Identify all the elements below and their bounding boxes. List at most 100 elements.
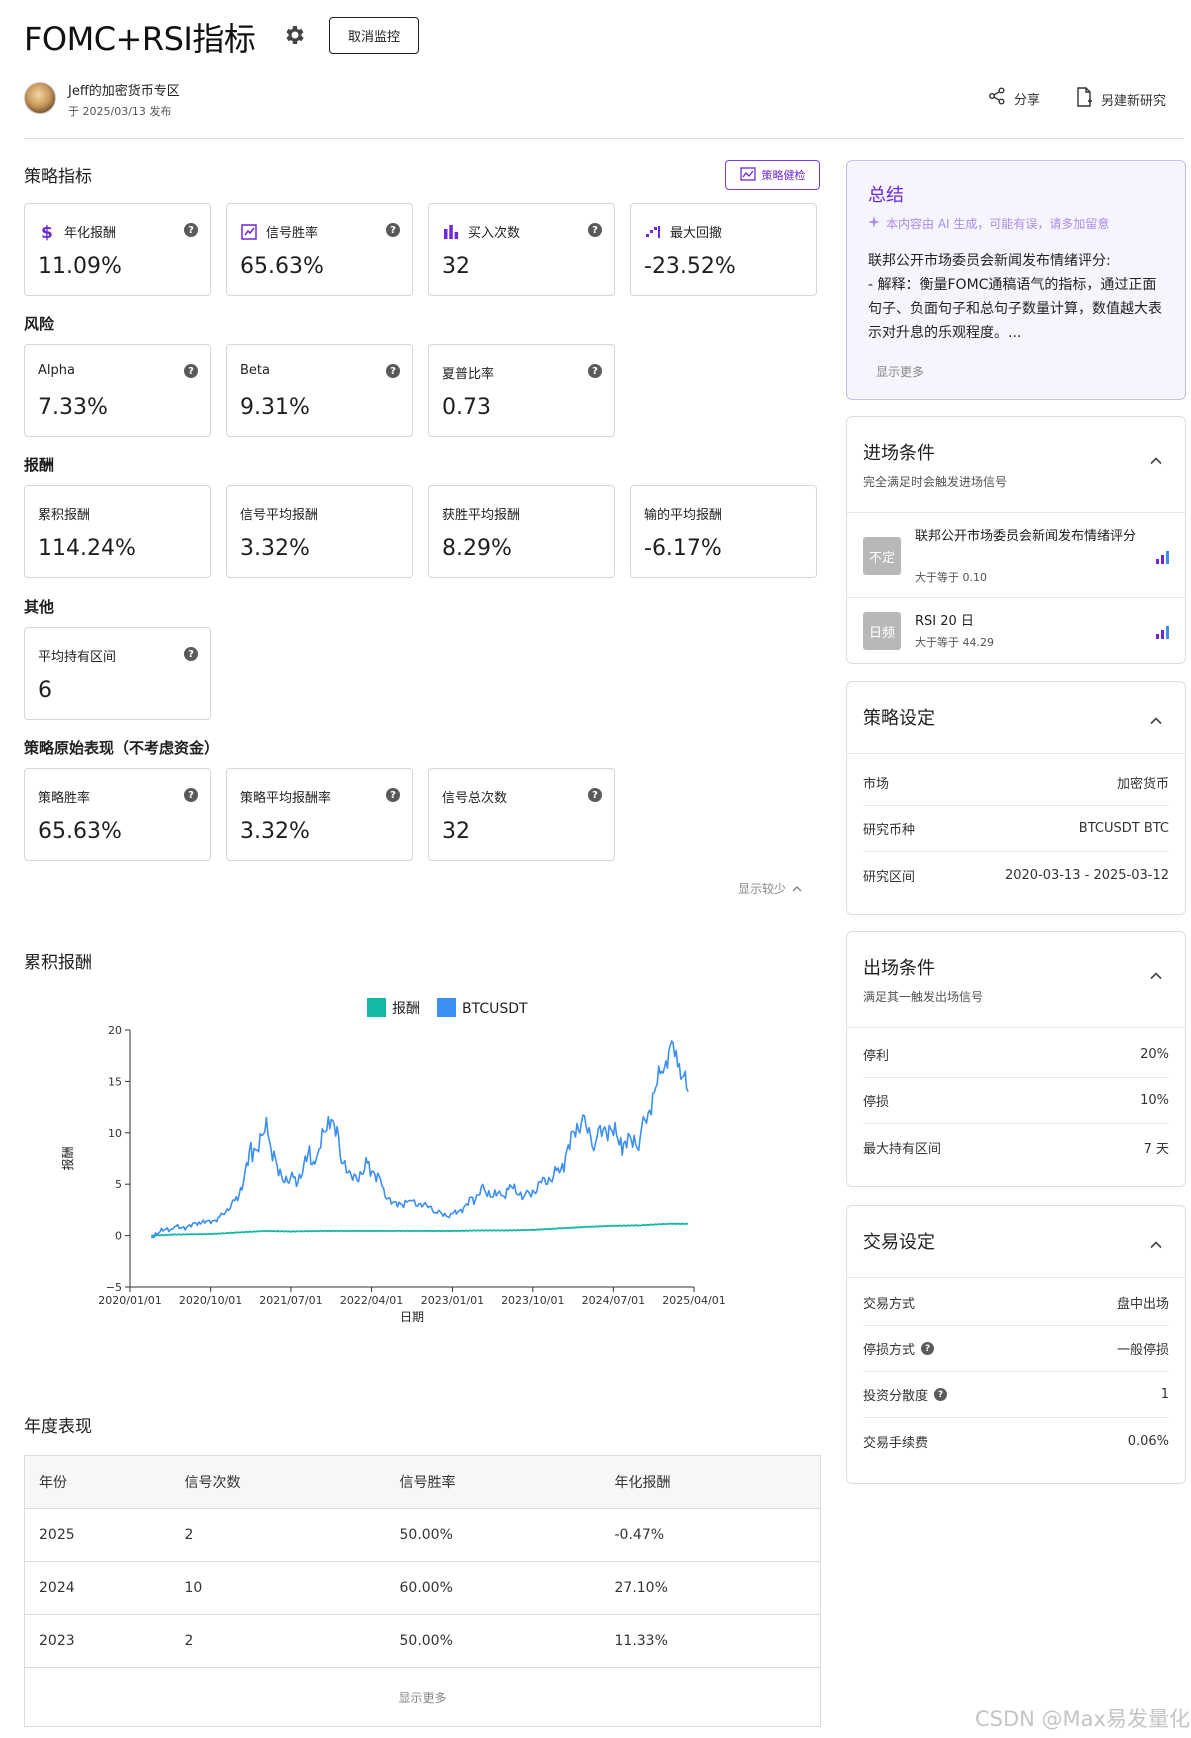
chart-icon <box>739 166 756 184</box>
condition-name: RSI 20 日 <box>915 614 974 629</box>
setting-value: 2020-03-13 - 2025-03-12 <box>1004 867 1169 883</box>
x-tick-label: 2020/01/01 <box>98 1294 161 1307</box>
help-icon[interactable]: ? <box>588 223 602 237</box>
metric-value: 7.33% <box>38 395 108 420</box>
chevron-up-icon[interactable] <box>1149 453 1163 467</box>
chevron-up-icon[interactable] <box>1149 1237 1163 1251</box>
drawdown-icon <box>644 223 662 241</box>
page-title: FOMC+RSI指标 <box>24 20 256 58</box>
help-icon[interactable]: ? <box>184 223 198 237</box>
show-less-button[interactable]: 显示较少 <box>738 880 802 897</box>
setting-row: 停损 10% <box>863 1078 1169 1124</box>
panel-header[interactable]: 策略设定 <box>847 682 1185 754</box>
new-document-icon <box>1075 87 1093 111</box>
table-row: 2024 10 60.00% 27.10% <box>24 1561 821 1615</box>
table-cell: 60.00% <box>385 1561 601 1615</box>
trade-settings-panel: 交易设定 交易方式 盘中出场 停损方式? 一般停损 投资分散度? 1 交易手续费 0.0… <box>846 1205 1186 1484</box>
column-header-signal-count: 信号次数 <box>170 1455 386 1509</box>
entry-condition-item[interactable]: 日频 RSI 20 日 大于等于 44.29 <box>847 598 1185 664</box>
help-icon[interactable]: ? <box>184 647 198 661</box>
strategy-health-button[interactable]: 策略健检 <box>725 160 820 190</box>
setting-value: BTCUSDT BTC <box>1078 821 1169 836</box>
section-title-yearly: 年度表现 <box>24 1417 92 1437</box>
metric-label: 输的平均报酬 <box>644 508 723 523</box>
new-study-button[interactable]: 另建新研究 <box>1075 87 1166 111</box>
chevron-up-icon <box>792 882 802 896</box>
exit-subtitle: 满足其一触发出场信号 <box>863 990 984 1004</box>
column-header-win-rate: 信号胜率 <box>385 1455 601 1509</box>
help-icon[interactable]: ? <box>934 1388 948 1401</box>
panel-header[interactable]: 进场条件 完全满足时会触发进场信号 <box>847 417 1185 513</box>
condition-rule: 大于等于 0.10 <box>915 571 987 584</box>
exit-title: 出场条件 <box>863 958 935 979</box>
setting-key: 研究区间 <box>863 869 916 885</box>
metric-label: 信号平均报酬 <box>240 508 319 523</box>
trade-title: 交易设定 <box>863 1232 935 1253</box>
section-title-returns: 报酬 <box>24 456 55 474</box>
setting-key: 交易方式 <box>863 1297 916 1312</box>
help-icon[interactable]: ? <box>184 788 198 802</box>
help-icon[interactable]: ? <box>386 788 400 802</box>
frequency-tag: 不定 <box>863 537 901 575</box>
column-header-year: 年份 <box>24 1455 171 1509</box>
table-cell: 2023 <box>24 1614 171 1668</box>
metric-label: 累积报酬 <box>38 508 91 523</box>
signal-strength-icon <box>1155 624 1171 639</box>
gear-icon[interactable] <box>283 23 307 47</box>
setting-value: 10% <box>1140 1093 1169 1108</box>
show-more-button[interactable]: 显示更多 <box>24 1667 821 1727</box>
header-divider <box>24 138 1184 139</box>
table-cell: 2025 <box>24 1508 171 1562</box>
yearly-performance-table: 年份 信号次数 信号胜率 年化报酬 2025 2 50.00% -0.47% 2… <box>24 1455 821 1727</box>
signal-strength-icon <box>1155 549 1171 564</box>
chevron-up-icon[interactable] <box>1149 968 1163 982</box>
entry-condition-item[interactable]: 不定 联邦公开市场委员会新闻发布情绪评分 大于等于 0.10 <box>847 513 1185 598</box>
help-icon[interactable]: ? <box>386 223 400 237</box>
y-tick-label: −5 <box>106 1281 122 1294</box>
chevron-up-icon[interactable] <box>1149 713 1163 727</box>
author-name[interactable]: Jeff的加密货币专区 <box>68 80 180 99</box>
setting-key: 研究币种 <box>863 823 916 838</box>
x-tick-label: 2025/04/01 <box>662 1294 725 1307</box>
help-icon[interactable]: ? <box>386 364 400 378</box>
unmonitor-button[interactable]: 取消监控 <box>329 17 419 54</box>
help-icon[interactable]: ? <box>588 364 602 378</box>
bar-chart-icon <box>442 223 460 241</box>
metric-label: 信号总次数 <box>442 791 508 806</box>
metric-card-loss-avg-return: 输的平均报酬 -6.17% <box>630 485 817 578</box>
setting-row: 研究区间 2020-03-13 - 2025-03-12 <box>863 852 1169 898</box>
legend-swatch <box>367 998 386 1017</box>
metric-card-signal-total: 信号总次数 ? 32 <box>428 768 615 861</box>
metric-label: 策略平均报酬率 <box>240 791 332 806</box>
metric-card-avg-hold-period: 平均持有区间 ? 6 <box>24 627 211 720</box>
table-header-row: 年份 信号次数 信号胜率 年化报酬 <box>24 1455 821 1509</box>
help-icon[interactable]: ? <box>588 788 602 802</box>
avatar[interactable] <box>24 82 56 114</box>
metric-value: 0.73 <box>442 395 491 420</box>
section-title-indicators: 策略指标 <box>24 167 92 187</box>
metric-value: 6 <box>38 678 52 703</box>
show-less-label: 显示较少 <box>738 882 787 896</box>
metric-label: 年化报酬 <box>64 226 117 241</box>
metric-label: 最大回撤 <box>670 226 723 241</box>
series-line-return <box>151 1222 689 1237</box>
legend-swatch <box>437 998 456 1017</box>
share-button[interactable]: 分享 <box>988 87 1040 109</box>
summary-show-more-button[interactable]: 显示更多 <box>876 363 924 380</box>
table-cell: 2 <box>170 1508 386 1562</box>
new-study-label: 另建新研究 <box>1101 93 1167 109</box>
y-tick-label: 10 <box>108 1127 122 1140</box>
setting-key: 最大持有区间 <box>863 1141 942 1157</box>
panel-header[interactable]: 出场条件 满足其一触发出场信号 <box>847 932 1185 1028</box>
metric-card-buy-count: 买入次数 ? 32 <box>428 203 615 296</box>
metric-value: 32 <box>442 254 470 279</box>
metric-card-win-avg-return: 获胜平均报酬 8.29% <box>428 485 615 578</box>
metric-value: 9.31% <box>240 395 310 420</box>
setting-row: 停利 20% <box>863 1032 1169 1078</box>
share-label: 分享 <box>1014 92 1041 108</box>
help-icon[interactable]: ? <box>184 364 198 378</box>
y-tick-label: 15 <box>108 1075 122 1088</box>
help-icon[interactable]: ? <box>921 1342 935 1355</box>
strategy-title: 策略设定 <box>863 708 935 729</box>
panel-header[interactable]: 交易设定 <box>847 1206 1185 1278</box>
